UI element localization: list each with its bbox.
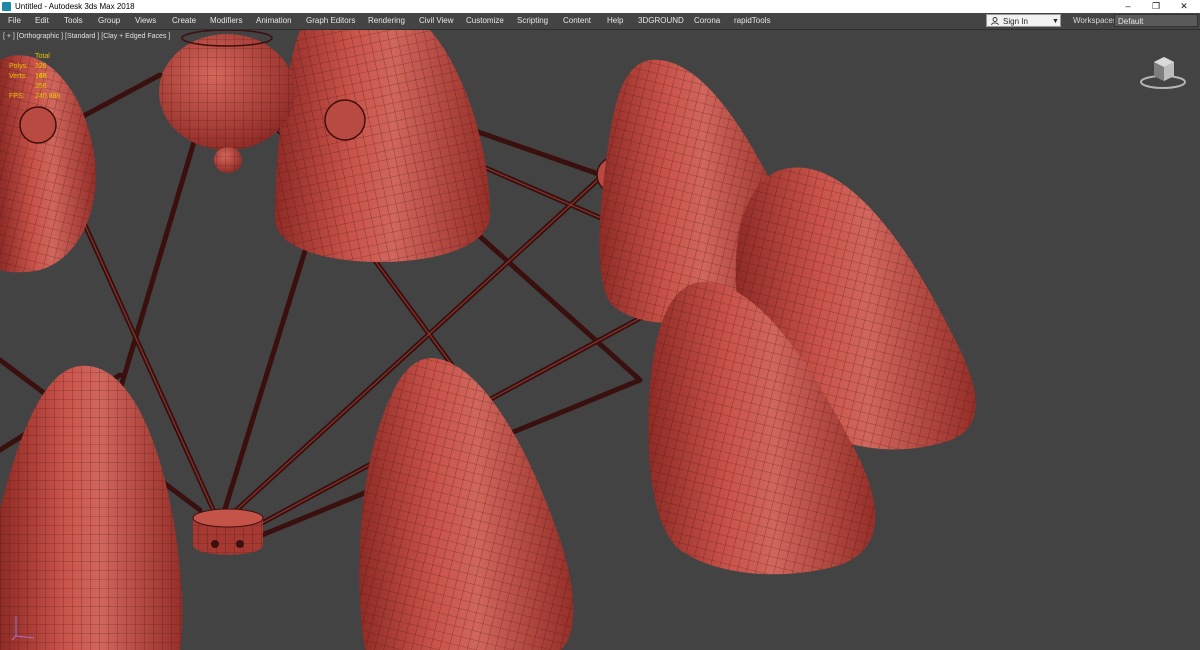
verts-value: 165 356 (35, 73, 47, 90)
menu-civil-view[interactable]: Civil View (419, 13, 454, 29)
workspaces-dropdown[interactable]: Default (1114, 14, 1198, 27)
3dsmax-app-icon (2, 2, 11, 11)
verts-label: Verts: (9, 73, 27, 80)
sign-in-button[interactable]: Sign In ▼ (986, 14, 1061, 27)
menu-corona[interactable]: Corona (694, 13, 720, 29)
perspective-viewport[interactable]: [ + ] [Orthographic ] [Standard ] [Clay … (0, 30, 1200, 650)
lamp-shade (275, 30, 490, 262)
menu-bar: File Edit Tools Group Views Create Modif… (0, 13, 1200, 30)
menu-tools[interactable]: Tools (64, 13, 83, 29)
menu-modifiers[interactable]: Modifiers (210, 13, 242, 29)
menu-views[interactable]: Views (135, 13, 156, 29)
menu-rendering[interactable]: Rendering (368, 13, 405, 29)
workspaces-value: Default (1118, 17, 1144, 26)
lamp-shade (359, 358, 574, 650)
lamp-shade (0, 365, 183, 650)
scene-render (0, 30, 976, 650)
restore-button[interactable]: ❐ (1142, 0, 1170, 13)
polys-label: Polys: (9, 63, 29, 70)
title-bar: Untitled - Autodesk 3ds Max 2018 – ❐ ✕ (0, 0, 1200, 13)
bottom-hub (192, 508, 264, 555)
viewcube-icon[interactable] (1138, 52, 1188, 92)
close-button[interactable]: ✕ (1170, 0, 1198, 13)
fps-value: 240.888 (35, 93, 61, 100)
fps-label: FPS: (9, 93, 25, 100)
menu-help[interactable]: Help (607, 13, 623, 29)
workspaces-label: Workspaces: (1073, 16, 1120, 25)
minimize-button[interactable]: – (1114, 0, 1142, 13)
menu-animation[interactable]: Animation (256, 13, 292, 29)
menu-edit[interactable]: Edit (35, 13, 49, 29)
menu-file[interactable]: File (8, 13, 21, 29)
menu-graph-editors[interactable]: Graph Editors (306, 13, 355, 29)
menu-rapidtools[interactable]: rapidTools (734, 13, 770, 29)
viewport-label[interactable]: [ + ] [Orthographic ] [Standard ] [Clay … (3, 33, 170, 40)
sign-in-label: Sign In (1003, 17, 1028, 26)
user-icon (991, 17, 999, 25)
axis-tripod-icon (11, 616, 35, 641)
menu-scripting[interactable]: Scripting (517, 13, 548, 29)
hub-sphere (159, 30, 295, 173)
menu-customize[interactable]: Customize (466, 13, 504, 29)
menu-create[interactable]: Create (172, 13, 196, 29)
window-title: Untitled - Autodesk 3ds Max 2018 (15, 2, 135, 11)
menu-group[interactable]: Group (98, 13, 120, 29)
menu-content[interactable]: Content (563, 13, 591, 29)
stats-header: Total (35, 53, 50, 60)
menu-3dground[interactable]: 3DGROUND (638, 13, 684, 29)
chevron-down-icon: ▼ (1052, 18, 1059, 25)
lamp-shade (0, 55, 96, 273)
